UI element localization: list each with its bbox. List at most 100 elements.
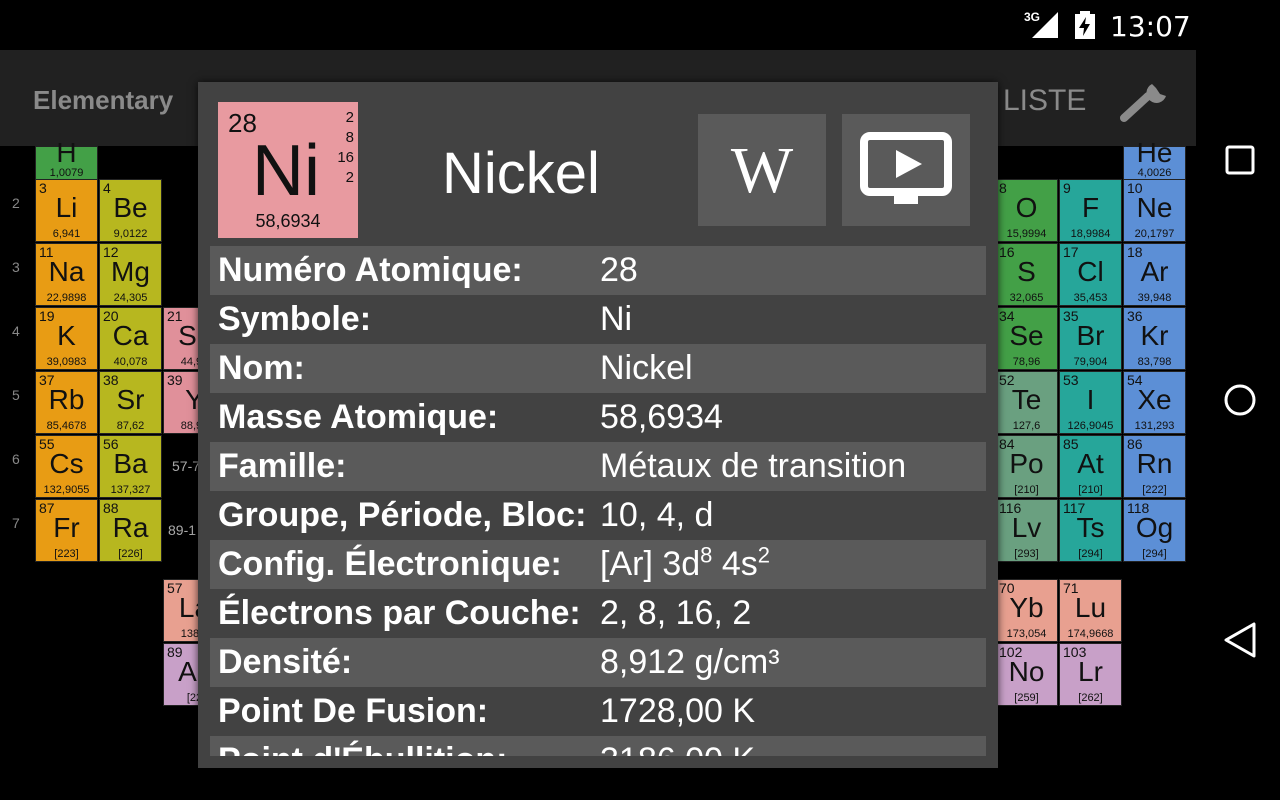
element-cell[interactable]: 37 Rb 85,4678 [35,371,98,434]
cell-symbol: Xe [1137,384,1172,415]
property-value: [Ar] 3d8 4s2 [600,542,771,583]
cell-mass: 32,065 [1009,292,1044,304]
element-cell[interactable]: 55 Cs 132,9055 [35,435,98,498]
cell-symbol: I [1086,384,1095,415]
element-cell[interactable]: 118 Og [294] [1123,499,1186,562]
element-cell[interactable]: 52 Te 127,6 [995,371,1058,434]
cell-symbol: Ar [1140,256,1169,287]
cell-mass: [262] [1078,692,1103,704]
home-button[interactable] [1220,380,1260,420]
element-cell[interactable]: 16 S 32,065 [995,243,1058,306]
property-row: Électrons par Couche: 2, 8, 16, 2 [210,589,986,638]
back-button[interactable] [1220,620,1260,660]
element-cell[interactable]: He 4,0026 [1123,137,1186,181]
element-cell[interactable]: 3 Li 6,941 [35,179,98,242]
element-cell[interactable]: 17 Cl 35,453 [1059,243,1122,306]
cell-mass: 85,4678 [46,420,87,432]
element-cell[interactable]: 18 Ar 39,948 [1123,243,1186,306]
cell-symbol: Lu [1074,592,1107,623]
cell-symbol: Cs [49,448,84,479]
property-label: Masse Atomique: [218,398,499,436]
cell-mass: 174,9668 [1067,628,1114,640]
shell-value: 2 [345,169,354,186]
element-cell[interactable]: 20 Ca 40,078 [99,307,162,370]
element-cell[interactable]: 12 Mg 24,305 [99,243,162,306]
cell-mass: 22,9898 [46,292,87,304]
element-cell[interactable]: 84 Po [210] [995,435,1058,498]
recent-apps-button[interactable] [1220,140,1260,180]
cell-mass: [210] [1078,484,1103,496]
electron-shells: 2 8 16 2 [337,108,354,188]
cell-symbol: No [1008,656,1045,687]
property-label: Point d'Ébullition: [210,741,600,756]
cell-symbol: Ba [113,448,148,479]
element-cell[interactable]: 85 At [210] [1059,435,1122,498]
element-cell[interactable]: 103 Lr [262] [1059,643,1122,706]
square-icon [1225,145,1255,175]
element-cell[interactable]: 10 Ne 20,1797 [1123,179,1186,242]
element-cell[interactable]: 86 Rn [222] [1123,435,1186,498]
element-cell[interactable]: 4 Be 9,0122 [99,179,162,242]
cell-symbol: F [1081,192,1100,223]
element-cell[interactable]: 9 F 18,9984 [1059,179,1122,242]
wrench-icon[interactable] [1118,74,1178,124]
cell-symbol: Yb [1009,592,1044,623]
cell-symbol: At [1077,448,1104,479]
cell-mass: 18,9984 [1070,228,1111,240]
cell-mass: 78,96 [1012,356,1041,368]
cell-symbol: Ra [112,512,149,543]
element-cell[interactable]: 117 Ts [294] [1059,499,1122,562]
element-cell[interactable]: H 1,0079 [35,137,98,181]
property-row: Config. Électronique: [Ar] 3d8 4s2 [210,540,986,589]
cell-symbol: Lv [1011,512,1042,543]
element-cell[interactable]: 87 Fr [223] [35,499,98,562]
element-cell[interactable]: 88 Ra [226] [99,499,162,562]
cell-mass: 15,9994 [1006,228,1047,240]
property-label: Point De Fusion: [218,692,489,730]
element-cell[interactable]: 38 Sr 87,62 [99,371,162,434]
element-cell[interactable]: 53 I 126,9045 [1059,371,1122,434]
element-cell[interactable]: 56 Ba 137,327 [99,435,162,498]
wikipedia-button[interactable]: W [698,114,826,226]
period-label: 7 [12,515,20,531]
property-label: Nom: [218,349,305,387]
element-cell[interactable]: 70 Yb 173,054 [995,579,1058,642]
element-tile: 2 8 2 8 16 2 Ni 58,6934 [218,102,358,238]
element-cell[interactable]: 35 Br 79,904 [1059,307,1122,370]
cell-mass: 1,0079 [49,167,84,179]
property-value: 3186,00 K [600,741,986,756]
property-value: 10, 4, d [600,496,714,534]
element-cell[interactable]: 54 Xe 131,293 [1123,371,1186,434]
property-row: Nom: Nickel [210,344,986,393]
element-cell[interactable]: 11 Na 22,9898 [35,243,98,306]
element-cell[interactable]: 19 K 39,0983 [35,307,98,370]
element-cell[interactable]: 36 Kr 83,798 [1123,307,1186,370]
cell-symbol: K [57,320,76,351]
cell-symbol: Te [1011,384,1042,415]
video-button[interactable] [842,114,970,226]
lanthanide-range-label: 57-7 [172,458,201,474]
element-cell[interactable]: 116 Lv [293] [995,499,1058,562]
cell-mass: 173,054 [1006,628,1047,640]
battery-charging-icon [1075,11,1095,39]
element-cell[interactable]: 71 Lu 174,9668 [1059,579,1122,642]
actinide-range-label: 89-1 [168,522,197,538]
property-label: Densité: [218,643,353,681]
cell-symbol: Lr [1078,656,1103,687]
list-button[interactable]: LISTE [1003,84,1086,118]
element-cell[interactable]: 8 O 15,9994 [995,179,1058,242]
cell-symbol: Cl [1077,256,1104,287]
cell-mass: 9,0122 [113,228,148,240]
cell-symbol: O [1015,192,1038,223]
cell-mass: [222] [1142,484,1167,496]
cell-mass: [293] [1014,548,1039,560]
element-cell[interactable]: 102 No [259] [995,643,1058,706]
cell-mass: 39,0983 [46,356,87,368]
property-label: Électrons par Couche: [218,594,581,632]
property-label: Symbole: [218,300,372,338]
cell-mass: 6,941 [52,228,81,240]
property-label: Famille: [218,447,347,485]
cell-mass: 87,62 [116,420,145,432]
app-title: Elementary [33,85,174,115]
element-cell[interactable]: 34 Se 78,96 [995,307,1058,370]
